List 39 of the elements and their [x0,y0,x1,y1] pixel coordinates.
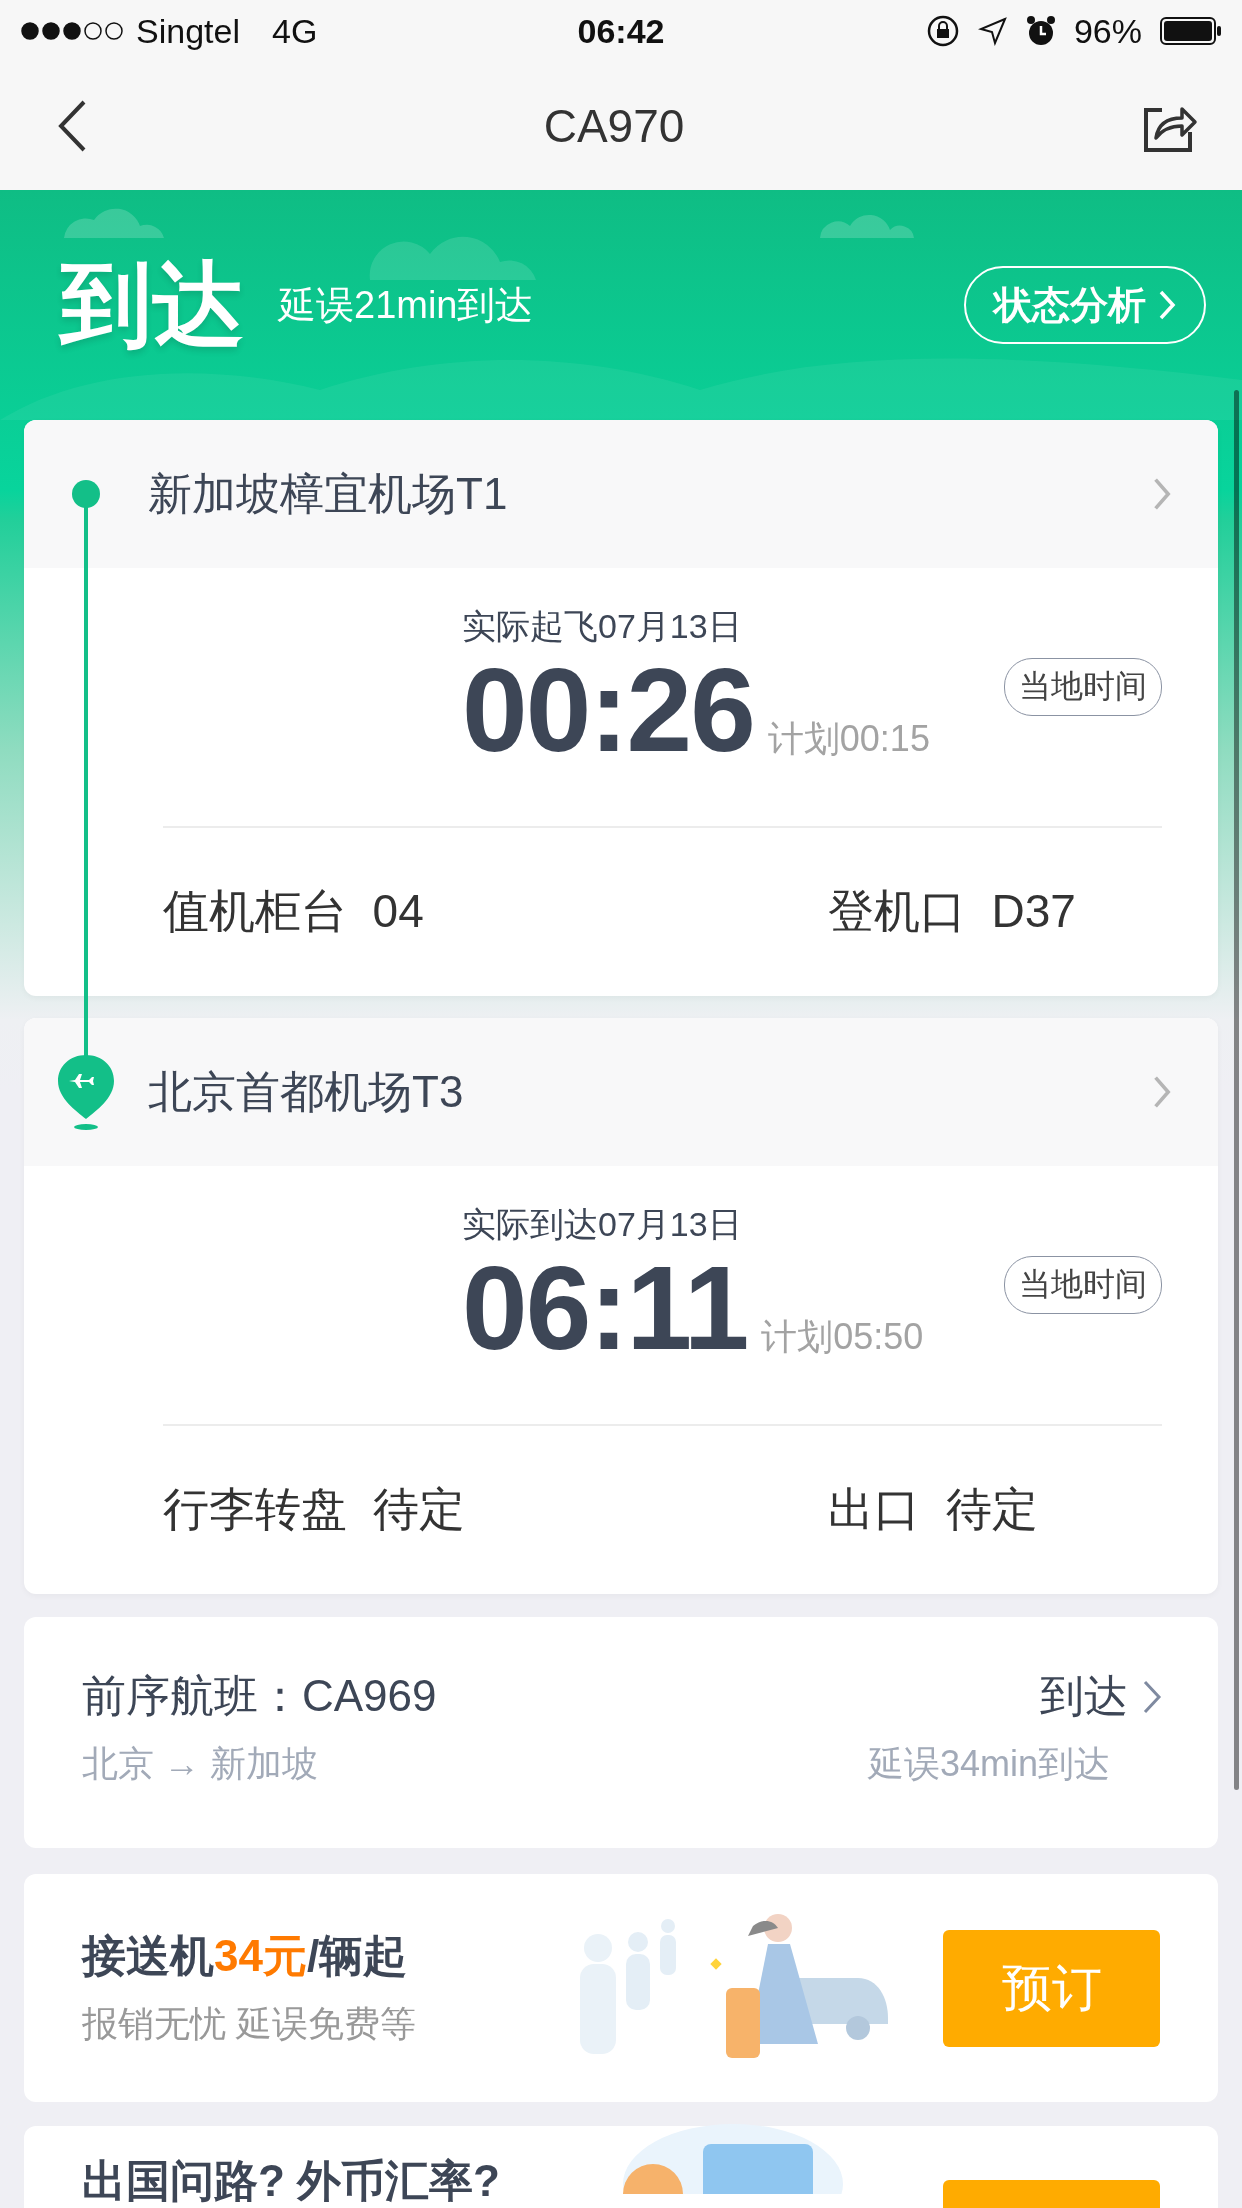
previous-flight-card[interactable]: 前序航班：CA969 到达 北京 → 新加坡 延误34min到达 [24,1617,1218,1848]
page-title: CA970 [543,99,685,153]
promo-subtitle: 报销无忧 延误免费等 [82,2002,417,2046]
airport-name: 新加坡樟宜机场T1 [148,467,509,520]
dot-icon [72,480,100,508]
info-text: 行李转盘 待定 [163,1482,466,1537]
previous-flight-label: 前序航班：CA969 [82,1670,438,1722]
battery-percent: 96% [1073,11,1142,51]
info-text: 登机口 D37 [828,884,1077,939]
planned-time: 计划05:50 [761,1315,924,1359]
chevron-icon [1152,1074,1172,1110]
signal-icon [20,21,126,41]
alarm-icon [1025,15,1056,47]
local-time-tag: 当地时间 [1004,658,1162,716]
airport-name: 北京首都机场T3 [148,1065,465,1118]
promo-title: 接送机34元/辆起 [82,1930,409,1982]
plane-pin-icon [55,1053,117,1131]
planned-time: 计划00:15 [767,717,930,761]
chevron-icon [1158,289,1176,321]
battery-icon [1160,17,1222,45]
rotation-lock-icon [925,14,960,48]
flight-status: 到达 [60,252,244,357]
clock-time: 06:42 [577,11,665,51]
chevron-icon [1142,1678,1162,1715]
local-time-tag: 当地时间 [1004,1256,1162,1314]
promo-title: 出国问路? 外币汇率? [82,2155,501,2207]
airport-row[interactable]: 北京首都机场T3 [24,1018,1218,1166]
info-text: 出口 待定 [828,1482,1039,1537]
delay-text: 延误21min到达 [278,282,535,328]
carrier-name: Singtel [136,11,240,51]
route-text: 北京 → 新加坡 [82,1742,319,1786]
back-button[interactable] [56,99,88,153]
airport-row[interactable]: 新加坡樟宜机场T1 [24,420,1218,568]
info-text: 值机柜台 04 [163,884,425,939]
location-icon [977,16,1008,46]
previous-delay-text: 延误34min到达 [867,1742,1110,1786]
network-type: 4G [271,11,318,51]
chevron-icon [1152,476,1172,512]
previous-flight-status[interactable]: 到达 [1040,1667,1162,1726]
